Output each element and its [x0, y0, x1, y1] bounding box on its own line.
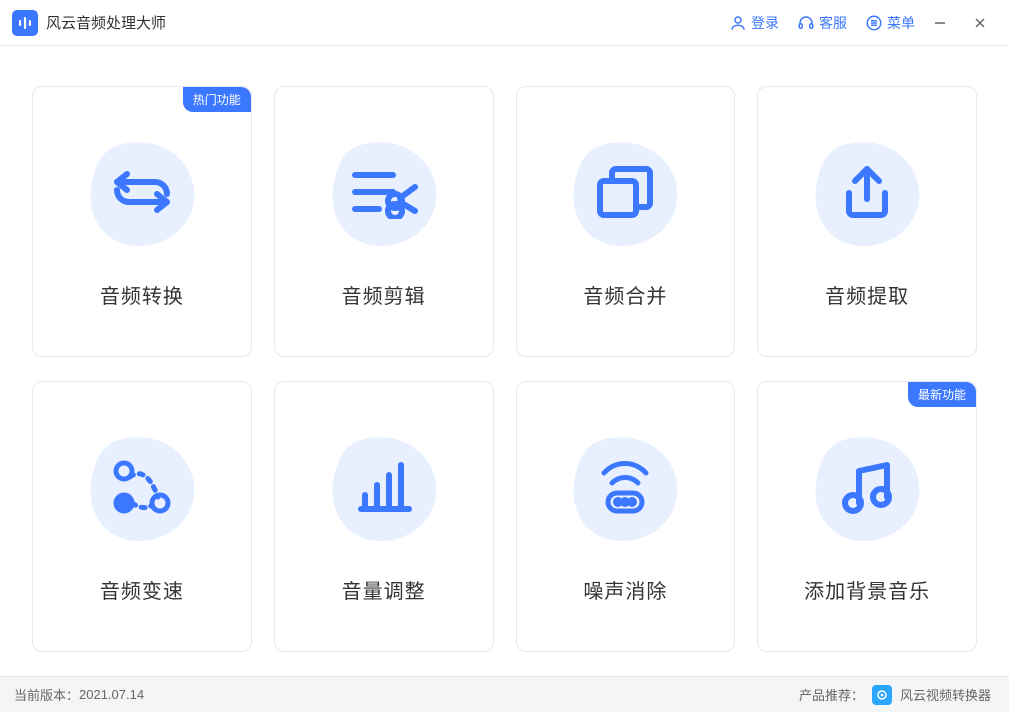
version-value: 2021.07.14	[79, 687, 144, 702]
denoise-icon	[565, 429, 685, 549]
speed-icon	[82, 429, 202, 549]
close-button[interactable]	[965, 8, 995, 38]
titlebar: 风云音频处理大师 登录 客服 菜单	[0, 0, 1009, 46]
card-label: 音频变速	[100, 575, 184, 604]
feature-card-extract[interactable]: 音频提取	[757, 86, 977, 357]
card-label: 音频合并	[583, 280, 667, 309]
recommend-logo-icon	[872, 685, 892, 705]
statusbar: 当前版本： 2021.07.14 产品推荐： 风云视频转换器	[0, 676, 1009, 712]
recommend-area: 产品推荐： 风云视频转换器	[799, 685, 991, 705]
login-button[interactable]: 登录	[729, 13, 779, 33]
minimize-button[interactable]	[925, 8, 955, 38]
card-label: 噪声消除	[583, 575, 667, 604]
close-icon	[973, 16, 987, 30]
card-badge: 热门功能	[183, 87, 251, 112]
feature-card-bgm[interactable]: 最新功能添加背景音乐	[757, 381, 977, 652]
menu-list-icon	[865, 14, 883, 32]
version-label: 当前版本：	[14, 685, 79, 704]
card-label: 音量调整	[342, 575, 426, 604]
bgm-icon	[807, 429, 927, 549]
headset-icon	[797, 14, 815, 32]
extract-icon	[807, 134, 927, 254]
volume-icon	[324, 429, 444, 549]
app-logo-icon	[12, 10, 38, 36]
card-badge: 最新功能	[908, 382, 976, 407]
recommend-link[interactable]: 风云视频转换器	[900, 685, 991, 704]
card-label: 添加背景音乐	[804, 575, 930, 604]
app-title: 风云音频处理大师	[46, 12, 166, 33]
feature-card-volume[interactable]: 音量调整	[274, 381, 494, 652]
convert-icon	[82, 134, 202, 254]
feature-grid: 热门功能音频转换音频剪辑音频合并音频提取音频变速音量调整噪声消除最新功能添加背景…	[0, 46, 1009, 676]
feature-card-merge[interactable]: 音频合并	[516, 86, 736, 357]
merge-icon	[565, 134, 685, 254]
card-label: 音频提取	[825, 280, 909, 309]
feature-card-speed[interactable]: 音频变速	[32, 381, 252, 652]
cut-icon	[324, 134, 444, 254]
menu-button[interactable]: 菜单	[865, 13, 915, 33]
support-button[interactable]: 客服	[797, 13, 847, 33]
card-label: 音频剪辑	[342, 280, 426, 309]
card-label: 音频转换	[100, 280, 184, 309]
feature-card-cut[interactable]: 音频剪辑	[274, 86, 494, 357]
minimize-icon	[933, 16, 947, 30]
feature-card-convert[interactable]: 热门功能音频转换	[32, 86, 252, 357]
recommend-label: 产品推荐：	[799, 685, 864, 704]
feature-card-denoise[interactable]: 噪声消除	[516, 381, 736, 652]
user-icon	[729, 14, 747, 32]
